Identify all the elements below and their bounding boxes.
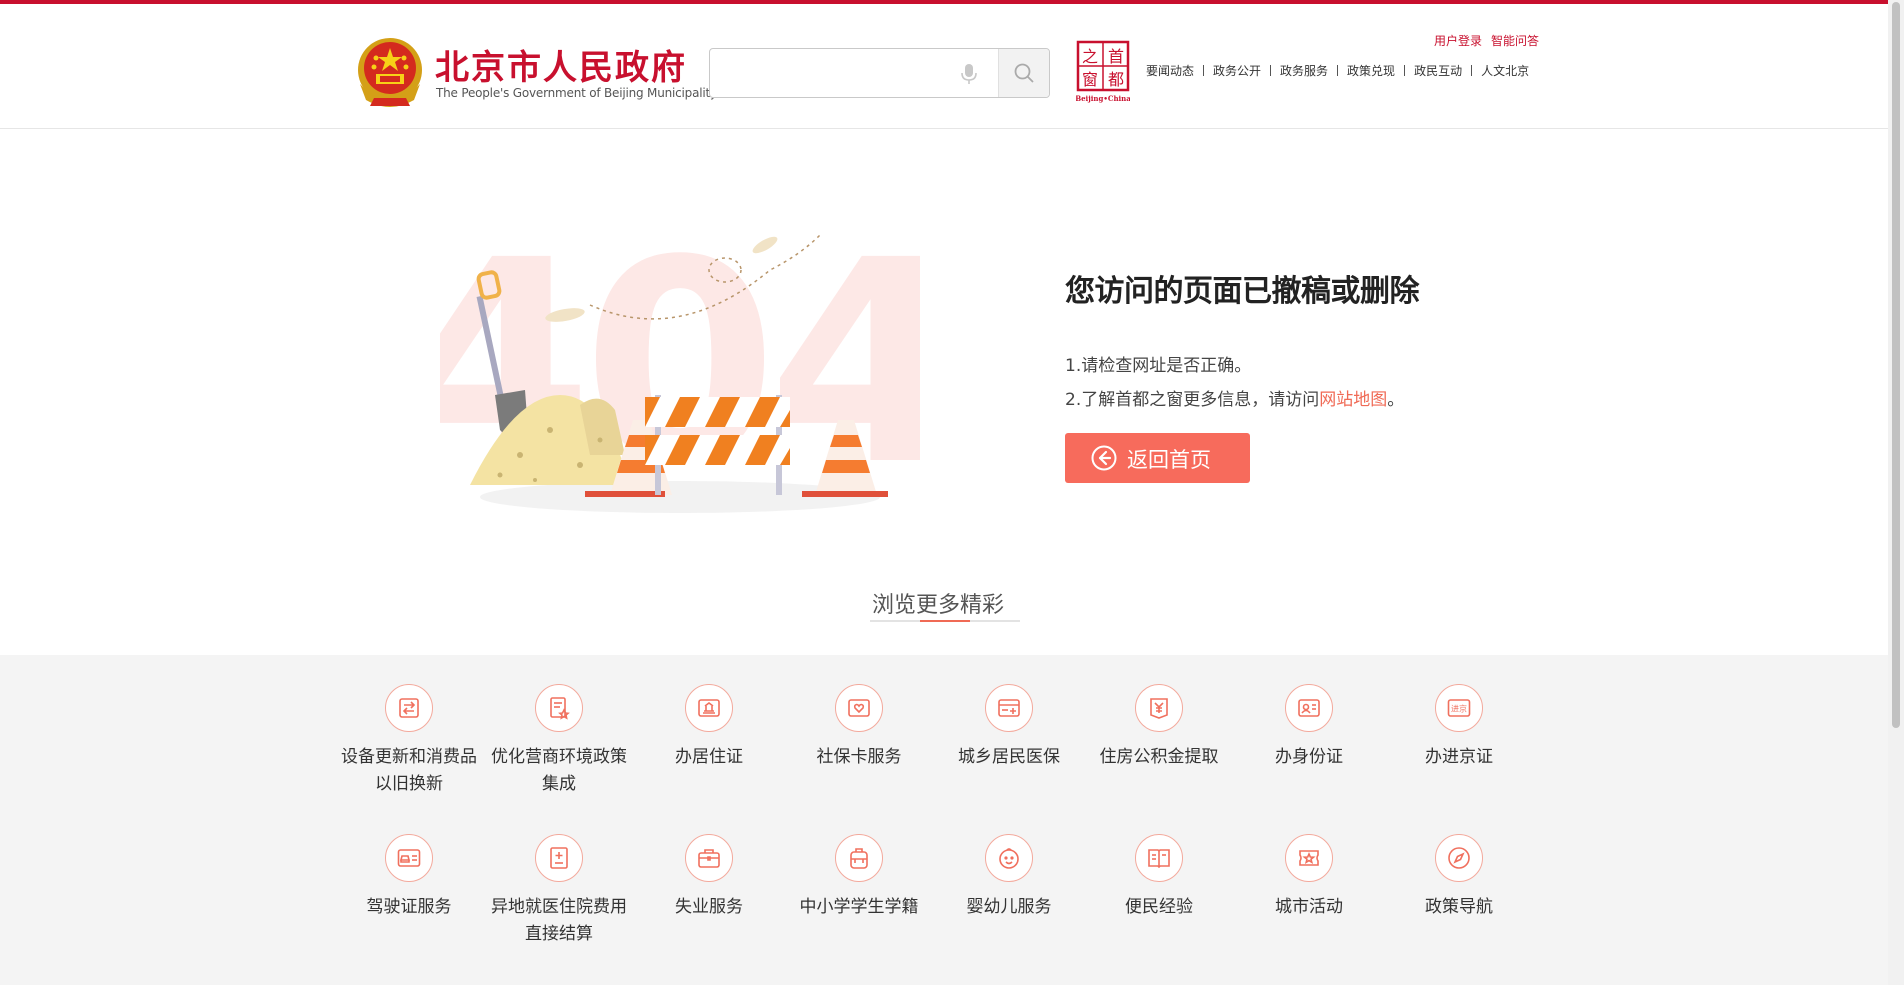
service-item[interactable]: 社保卡服务 <box>784 684 934 771</box>
nav-item-news[interactable]: 要闻动态 <box>1146 62 1194 79</box>
nav-divider <box>1337 65 1339 76</box>
book-icon <box>1135 834 1183 882</box>
service-item[interactable]: 设备更新和消费品以旧换新 <box>334 684 484 798</box>
service-label: 办身份证 <box>1275 747 1343 767</box>
error-hint-2-suffix: 。 <box>1387 390 1405 410</box>
id-card-icon <box>1285 684 1333 732</box>
hospital-settlement-icon <box>535 834 583 882</box>
briefcase-icon <box>685 834 733 882</box>
service-label: 设备更新和消费品以旧换新 <box>341 747 477 794</box>
nav-item-interaction[interactable]: 政民互动 <box>1414 62 1462 79</box>
sitemap-link[interactable]: 网站地图 <box>1319 390 1387 410</box>
service-item[interactable]: 政策导航 <box>1384 834 1534 921</box>
smart-qa-link[interactable]: 智能问答 <box>1491 34 1539 48</box>
service-label: 社保卡服务 <box>816 747 902 767</box>
service-item[interactable]: 办身份证 <box>1234 684 1384 771</box>
baby-icon <box>985 834 1033 882</box>
svg-text:首: 首 <box>1108 47 1124 66</box>
login-link[interactable]: 用户登录 <box>1434 34 1482 48</box>
service-label: 驾驶证服务 <box>366 897 452 917</box>
site-header: 北京市人民政府 The People's Government of Beiji… <box>0 4 1888 129</box>
service-item[interactable]: 住房公积金提取 <box>1084 684 1234 771</box>
return-home-button[interactable]: 返回首页 <box>1065 433 1250 483</box>
search-input[interactable] <box>718 57 952 91</box>
housing-fund-icon <box>1135 684 1183 732</box>
service-item[interactable]: 进京 办进京证 <box>1384 684 1534 771</box>
entry-permit-icon: 进京 <box>1435 684 1483 732</box>
scrollbar-thumb[interactable] <box>1892 2 1900 728</box>
site-logo-title[interactable]: 北京市人民政府 <box>435 40 687 89</box>
service-item[interactable]: 优化营商环境政策集成 <box>484 684 634 798</box>
top-links: 用户登录 智能问答 <box>1425 32 1539 49</box>
vertical-scrollbar[interactable] <box>1888 0 1904 985</box>
svg-text:Beijing•China: Beijing•China <box>1076 94 1130 103</box>
capital-window-logo[interactable]: 之 首 窗 都 Beijing•China <box>1076 40 1130 104</box>
main-nav: 要闻动态 政务公开 政务服务 政策兑现 政民互动 人文北京 <box>1146 62 1529 79</box>
service-label: 便民经验 <box>1125 897 1193 917</box>
service-item[interactable]: 便民经验 <box>1084 834 1234 921</box>
nav-item-gov-disclosure[interactable]: 政务公开 <box>1213 62 1261 79</box>
search-icon <box>1014 63 1034 83</box>
404-illustration: 404 <box>440 225 920 525</box>
error-title: 您访问的页面已撤稿或删除 <box>1065 274 1420 309</box>
error-hint-2: 2.了解首都之窗更多信息，请访问网站地图。 <box>1065 385 1404 410</box>
service-label: 异地就医住院费用直接结算 <box>491 897 627 944</box>
service-item[interactable]: 城市活动 <box>1234 834 1384 921</box>
search-box <box>709 48 1050 98</box>
driver-license-icon <box>385 834 433 882</box>
service-item[interactable]: 驾驶证服务 <box>334 834 484 921</box>
browse-title-accent <box>920 620 970 622</box>
policy-doc-icon <box>535 684 583 732</box>
service-label: 住房公积金提取 <box>1099 747 1219 767</box>
nav-divider <box>1471 65 1473 76</box>
service-label: 中小学学生学籍 <box>799 897 919 917</box>
backpack-icon <box>835 834 883 882</box>
site-logo-subtitle[interactable]: The People's Government of Beijing Munic… <box>436 86 717 100</box>
arrow-left-circle-icon <box>1091 445 1117 471</box>
service-item[interactable]: 办居住证 <box>634 684 784 771</box>
nav-divider <box>1203 65 1205 76</box>
service-item[interactable]: 婴幼儿服务 <box>934 834 1084 921</box>
nav-item-policy[interactable]: 政策兑现 <box>1347 62 1395 79</box>
exchange-icon <box>385 684 433 732</box>
error-hint-1: 1.请检查网址是否正确。 <box>1065 356 1252 376</box>
service-label: 办进京证 <box>1425 747 1493 767</box>
nav-item-gov-services[interactable]: 政务服务 <box>1280 62 1328 79</box>
svg-text:进京: 进京 <box>1451 704 1467 714</box>
service-label: 政策导航 <box>1425 897 1493 917</box>
social-card-icon <box>835 684 883 732</box>
national-emblem-icon[interactable] <box>354 34 426 110</box>
service-item[interactable]: 失业服务 <box>634 834 784 921</box>
service-item[interactable]: 异地就医住院费用直接结算 <box>484 834 634 948</box>
browse-more-title: 浏览更多精彩 <box>872 593 1005 618</box>
service-label: 优化营商环境政策集成 <box>491 747 627 794</box>
nav-divider <box>1270 65 1272 76</box>
microphone-icon[interactable] <box>959 63 979 85</box>
search-button[interactable] <box>998 49 1049 97</box>
ticket-icon <box>1285 834 1333 882</box>
service-label: 城市活动 <box>1275 897 1343 917</box>
service-label: 婴幼儿服务 <box>966 897 1052 917</box>
service-item[interactable]: 中小学学生学籍 <box>784 834 934 921</box>
compass-icon <box>1435 834 1483 882</box>
residence-icon <box>685 684 733 732</box>
service-item[interactable]: 城乡居民医保 <box>934 684 1084 771</box>
svg-text:之: 之 <box>1082 47 1098 66</box>
service-label: 失业服务 <box>675 897 743 917</box>
error-hint-2-text: 2.了解首都之窗更多信息，请访问 <box>1065 390 1320 410</box>
browse-title-underline <box>870 620 1020 622</box>
return-home-label: 返回首页 <box>1127 448 1211 472</box>
service-label: 城乡居民医保 <box>958 747 1060 767</box>
nav-divider <box>1404 65 1406 76</box>
svg-text:窗: 窗 <box>1082 70 1098 89</box>
service-label: 办居住证 <box>675 747 743 767</box>
medical-card-icon <box>985 684 1033 732</box>
nav-item-culture[interactable]: 人文北京 <box>1481 62 1529 79</box>
svg-text:都: 都 <box>1108 70 1124 89</box>
